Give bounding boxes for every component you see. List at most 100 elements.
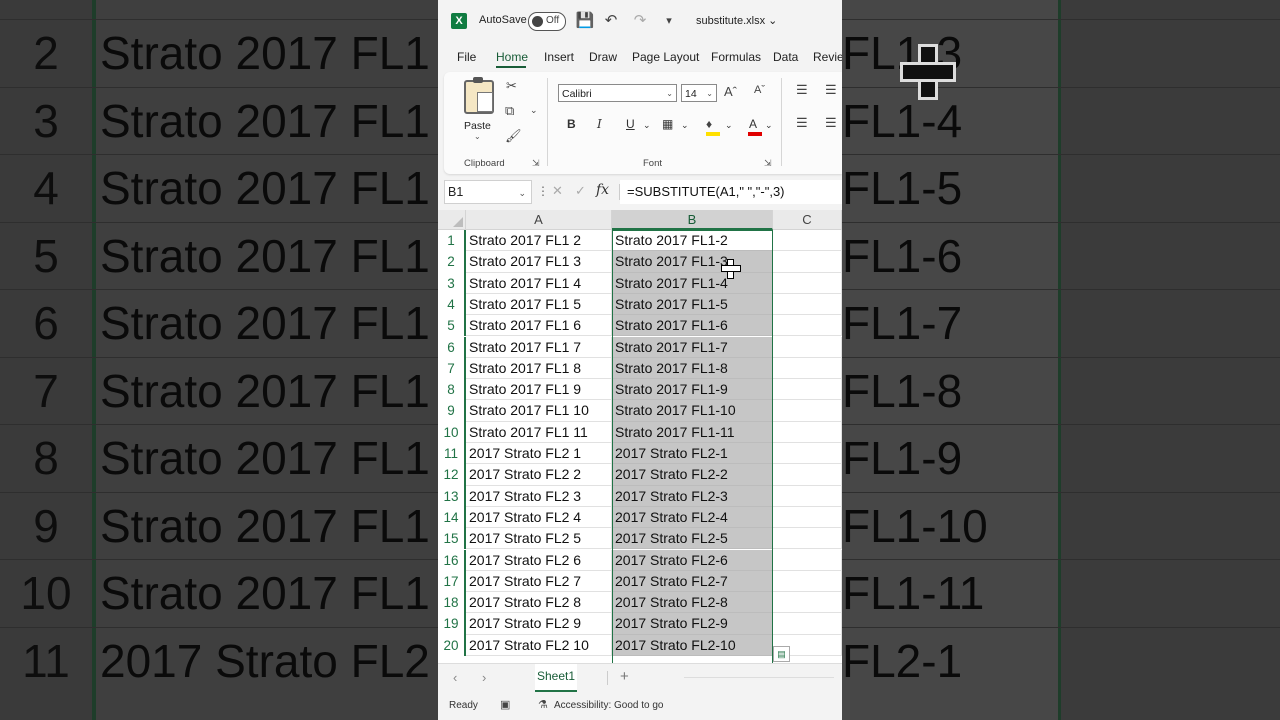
increase-font-size-icon[interactable]: Aˆ <box>724 84 737 99</box>
font-size-select[interactable]: 14 ⌄ <box>681 84 717 102</box>
cell-b[interactable]: 2017 Strato FL2-1 <box>612 443 773 465</box>
redo-icon[interactable]: ↷ <box>630 11 650 31</box>
top-align-icon[interactable]: ☰ <box>796 82 808 98</box>
cell-c[interactable] <box>773 272 842 294</box>
paste-dropdown-icon[interactable]: ⌄ <box>474 132 481 141</box>
cell-b[interactable]: Strato 2017 FL1-5 <box>612 293 773 316</box>
cell-c[interactable] <box>773 528 842 550</box>
column-header-c[interactable]: C <box>773 210 842 230</box>
cell-c[interactable] <box>773 357 842 380</box>
previous-sheet-icon[interactable]: ‹ <box>453 670 457 685</box>
font-color-icon[interactable]: A <box>749 117 757 131</box>
cancel-icon[interactable]: ✕ <box>552 183 563 199</box>
row-header[interactable]: 16 <box>438 549 466 571</box>
cell-c[interactable] <box>773 230 842 252</box>
cell-a[interactable]: 2017 Strato FL2 1 <box>466 443 612 465</box>
cell-a[interactable]: Strato 2017 FL1 3 <box>466 251 612 273</box>
cell-b[interactable]: Strato 2017 FL1-4 <box>612 272 773 294</box>
cell-a[interactable]: 2017 Strato FL2 10 <box>466 634 612 656</box>
copy-icon[interactable]: ⧉ <box>505 103 514 119</box>
file-name[interactable]: substitute.xlsx ⌄ <box>696 14 777 27</box>
row-header[interactable]: 4 <box>438 293 466 316</box>
enter-icon[interactable]: ✓ <box>575 183 586 199</box>
tab-draw[interactable]: Draw <box>589 50 617 64</box>
row-header[interactable]: 8 <box>438 379 466 401</box>
cell-a[interactable]: 2017 Strato FL2 2 <box>466 464 612 486</box>
paste-icon[interactable] <box>464 77 494 114</box>
font-name-select[interactable]: Calibri ⌄ <box>558 84 677 102</box>
active-cell-b[interactable]: Strato 2017 FL1-2 <box>612 230 773 252</box>
row-header[interactable]: 19 <box>438 613 466 635</box>
align-left-icon[interactable]: ☰ <box>796 115 808 131</box>
horizontal-scrollbar[interactable] <box>684 677 834 678</box>
tab-data[interactable]: Data <box>773 50 798 64</box>
add-sheet-icon[interactable]: + <box>620 668 629 685</box>
cell-a[interactable]: 2017 Strato FL2 8 <box>466 592 612 614</box>
tab-file[interactable]: File <box>457 50 476 64</box>
row-header[interactable]: 14 <box>438 506 466 529</box>
decrease-font-size-icon[interactable]: Aˇ <box>754 84 765 96</box>
cell-b[interactable]: Strato 2017 FL1-9 <box>612 379 773 401</box>
select-all-button[interactable] <box>438 210 466 230</box>
italic-icon[interactable]: I <box>597 117 602 131</box>
fill-color-icon[interactable]: ♦ <box>706 117 712 131</box>
insert-function-icon[interactable]: fx <box>596 182 609 198</box>
cell-a[interactable]: Strato 2017 FL1 4 <box>466 272 612 294</box>
cell-a[interactable]: Strato 2017 FL1 5 <box>466 293 612 316</box>
clipboard-launcher-icon[interactable]: ⇲ <box>532 158 540 169</box>
bold-icon[interactable]: B <box>567 117 576 131</box>
accessibility-status[interactable]: Accessibility: Good to go <box>554 700 664 711</box>
cell-a[interactable]: Strato 2017 FL1 2 <box>466 230 612 252</box>
cell-b[interactable]: Strato 2017 FL1-10 <box>612 400 773 422</box>
cell-a[interactable]: Strato 2017 FL1 6 <box>466 315 612 337</box>
cell-c[interactable] <box>773 443 842 465</box>
cell-a[interactable]: 2017 Strato FL2 3 <box>466 485 612 507</box>
row-header[interactable]: 1 <box>438 230 466 252</box>
cell-c[interactable] <box>773 570 842 593</box>
cell-a[interactable]: Strato 2017 FL1 7 <box>466 336 612 358</box>
paste-button[interactable]: Paste <box>464 120 491 132</box>
tab-home[interactable]: Home <box>496 50 528 64</box>
middle-align-icon[interactable]: ☰ <box>825 82 837 98</box>
tab-formulas[interactable]: Formulas <box>711 50 761 64</box>
cell-c[interactable] <box>773 485 842 507</box>
tab-insert[interactable]: Insert <box>544 50 574 64</box>
save-icon[interactable]: 💾 <box>575 11 595 31</box>
cell-c[interactable] <box>773 506 842 529</box>
formula-input[interactable]: =SUBSTITUTE(A1," ","-",3) <box>620 180 842 204</box>
font-launcher-icon[interactable]: ⇲ <box>764 158 772 169</box>
cell-c[interactable] <box>773 592 842 614</box>
name-box[interactable]: B1 ⌄ <box>444 180 532 204</box>
cell-c[interactable] <box>773 549 842 571</box>
worksheet-grid[interactable]: A B C 1 Strato 2017 FL1 2 Strato 2017 FL1-… <box>438 210 842 663</box>
tab-page-layout[interactable]: Page Layout <box>632 50 699 64</box>
cell-c[interactable] <box>773 464 842 486</box>
cell-b[interactable]: 2017 Strato FL2-7 <box>612 570 773 593</box>
borders-icon[interactable]: ▦ <box>662 117 673 131</box>
cell-a[interactable]: Strato 2017 FL1 10 <box>466 400 612 422</box>
font-color-dropdown-icon[interactable]: ⌄ <box>765 120 773 131</box>
cell-a[interactable]: 2017 Strato FL2 4 <box>466 506 612 529</box>
cell-c[interactable] <box>773 421 842 443</box>
row-header[interactable]: 20 <box>438 634 466 656</box>
tab-review[interactable]: Revie <box>813 50 842 64</box>
align-center-icon[interactable]: ☰ <box>825 115 837 131</box>
row-header[interactable]: 7 <box>438 357 466 380</box>
cell-a[interactable]: 2017 Strato FL2 6 <box>466 549 612 571</box>
borders-dropdown-icon[interactable]: ⌄ <box>681 120 689 131</box>
quick-analysis-icon[interactable]: ▤ <box>773 646 790 662</box>
cell-b[interactable]: Strato 2017 FL1-3 <box>612 251 773 273</box>
row-header[interactable]: 5 <box>438 315 466 337</box>
cell-mode-icon[interactable]: ▣ <box>500 698 510 711</box>
cell-c[interactable] <box>773 613 842 635</box>
cell-c[interactable] <box>773 379 842 401</box>
quick-access-menu-icon[interactable]: ▾ <box>659 11 679 31</box>
cell-c[interactable] <box>773 336 842 358</box>
accessibility-icon[interactable]: ⚗ <box>538 698 548 711</box>
underline-icon[interactable]: U <box>626 117 635 131</box>
cell-a[interactable]: 2017 Strato FL2 5 <box>466 528 612 550</box>
row-header[interactable]: 11 <box>438 443 466 465</box>
sheet-tab[interactable]: Sheet1 <box>535 664 577 692</box>
cell-b[interactable]: 2017 Strato FL2-10 <box>612 634 773 656</box>
cell-b[interactable]: 2017 Strato FL2-6 <box>612 549 773 571</box>
